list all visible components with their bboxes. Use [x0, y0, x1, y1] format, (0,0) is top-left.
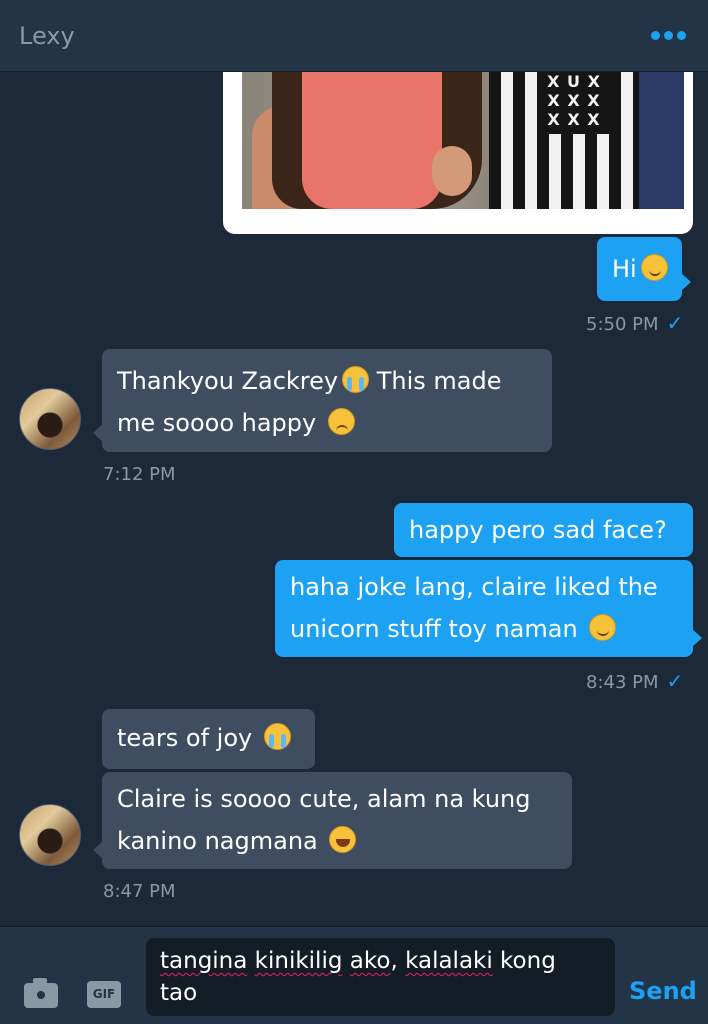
message-text: haha joke lang, claire liked the: [290, 573, 658, 601]
conversation[interactable]: X U X X X X X X X Hi 5:50 PM ✓ Thankyou Z…: [0, 72, 708, 926]
gif-button[interactable]: GIF: [87, 981, 121, 1008]
message-text: happy pero sad face?: [409, 516, 667, 544]
message-text: kanino nagmana: [117, 827, 318, 855]
outgoing-message[interactable]: Hi: [597, 237, 691, 301]
send-button[interactable]: Send: [629, 977, 697, 1005]
smiling-face-emoji-icon: [640, 254, 668, 281]
message-text: me soooo happy: [117, 409, 317, 437]
shared-photo-message[interactable]: X U X X X X X X X: [223, 72, 693, 234]
more-horizontal-icon[interactable]: [651, 31, 686, 40]
smiling-face-emoji-icon: [589, 614, 617, 641]
message-timestamp: 8:43 PM ✓: [586, 669, 684, 693]
chat-header: Lexy: [0, 0, 708, 72]
message-timestamp: 7:12 PM: [103, 464, 176, 485]
outgoing-message[interactable]: haha joke lang, claire liked the unicorn…: [275, 560, 702, 657]
message-timestamp: 5:50 PM ✓: [586, 311, 684, 335]
incoming-message[interactable]: Claire is soooo cute, alam na kung kanin…: [93, 772, 572, 869]
contact-avatar[interactable]: [19, 804, 81, 866]
incoming-message[interactable]: tears of joy: [102, 709, 315, 769]
message-input[interactable]: tangina kinikilig ako, kalalaki kong tao: [146, 938, 615, 1016]
outgoing-message[interactable]: happy pero sad face?: [394, 503, 693, 557]
message-text: Thankyou Zackrey: [117, 367, 339, 395]
message-text: tears of joy: [117, 724, 253, 752]
contact-name[interactable]: Lexy: [19, 22, 75, 50]
message-text: Claire is soooo cute, alam na kung: [117, 785, 531, 813]
message-composer: GIF tangina kinikilig ako, kalalaki kong…: [0, 926, 708, 1024]
crying-face-emoji-icon: [263, 723, 291, 750]
shirt-print: X U X X X X X X X: [539, 72, 609, 134]
message-timestamp: 8:47 PM: [103, 881, 176, 902]
shared-photo[interactable]: X U X X X X X X X: [242, 72, 684, 209]
frowning-face-emoji-icon: [327, 408, 355, 435]
camera-icon[interactable]: [24, 978, 58, 1008]
message-text: unicorn stuff toy naman: [290, 615, 578, 643]
message-text: Hi: [612, 255, 637, 283]
incoming-message[interactable]: Thankyou Zackrey This made me soooo happ…: [93, 349, 552, 452]
read-check-icon: ✓: [666, 669, 684, 693]
read-check-icon: ✓: [666, 311, 684, 335]
crying-face-emoji-icon: [342, 366, 370, 393]
message-text: This made: [376, 367, 502, 395]
contact-avatar[interactable]: [19, 388, 81, 450]
laughing-tears-emoji-icon: [329, 826, 357, 853]
